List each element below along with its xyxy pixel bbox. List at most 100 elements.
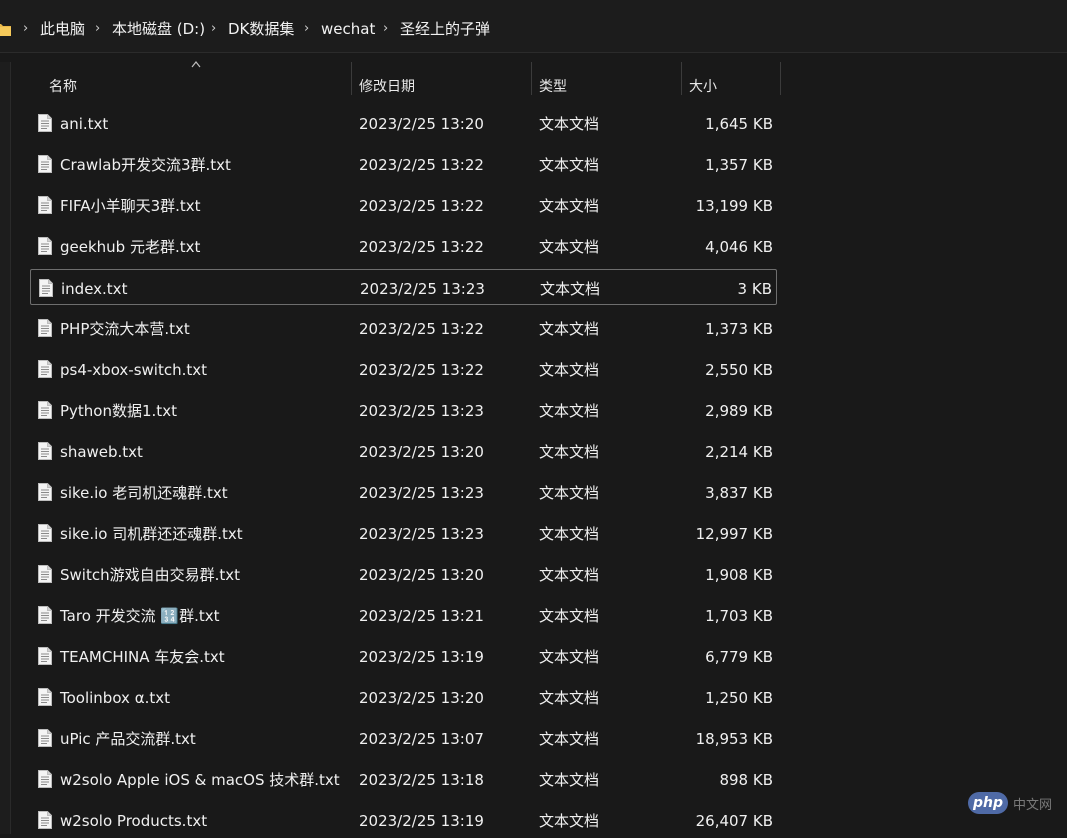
file-date: 2023/2/25 13:18 [359,771,484,789]
file-date: 2023/2/25 13:20 [359,566,484,584]
file-row[interactable]: TEAMCHINA 车友会.txt 2023/2/25 13:19 文本文档 6,77… [30,638,777,674]
file-name: geekhub 元老群.txt [60,238,201,256]
file-row[interactable]: Crawlab开发交流3群.txt 2023/2/25 13:22 文本文档 1,35… [30,146,777,182]
text-file-icon [38,770,52,788]
file-row[interactable]: sike.io 司机群还还魂群.txt 2023/2/25 13:23 文本文档 12… [30,515,777,551]
file-name: Switch游戏自由交易群.txt [60,566,241,584]
text-file-icon [38,114,52,132]
chevron-right-icon[interactable]: › [211,21,216,37]
text-file-icon [38,647,52,665]
file-type: 文本文档 [539,361,600,379]
file-date: 2023/2/25 13:20 [359,689,484,707]
file-row[interactable]: ps4-xbox-switch.txt 2023/2/25 13:22 文本文档 2,… [30,351,777,387]
file-row[interactable]: Taro 开发交流 🔢群.txt 2023/2/25 13:21 文本文档 1,703… [30,597,777,633]
chevron-right-icon[interactable]: › [95,21,100,37]
column-header-name[interactable]: 名称 [49,79,77,95]
column-divider[interactable] [531,62,532,95]
breadcrumb-local-disk[interactable]: 本地磁盘 (D:) [112,20,205,38]
file-size: 1,645 KB [705,115,773,133]
text-file-icon [38,319,52,337]
file-size: 1,703 KB [705,607,773,625]
file-size: 2,989 KB [705,402,773,420]
file-row[interactable]: shaweb.txt 2023/2/25 13:20 文本文档 2,214 KB [30,433,777,469]
file-row[interactable]: FIFA小羊聊天3群.txt 2023/2/25 13:22 文本文档 13,199 … [30,187,777,223]
breadcrumb-this-pc[interactable]: 此电脑 [40,20,85,38]
file-size: 1,908 KB [705,566,773,584]
file-type: 文本文档 [539,443,600,461]
file-type: 文本文档 [539,607,600,625]
file-type: 文本文档 [539,689,600,707]
file-type: 文本文档 [539,115,600,133]
file-name: ani.txt [60,115,109,133]
breadcrumb-dk-dataset[interactable]: DK数据集 [228,20,294,38]
file-row[interactable]: sike.io 老司机还魂群.txt 2023/2/25 13:23 文本文档 3,8… [30,474,777,510]
file-size: 18,953 KB [695,730,773,748]
file-row[interactable]: PHP交流大本营.txt 2023/2/25 13:22 文本文档 1,373 KB [30,310,777,346]
navigation-pane-edge [0,62,11,834]
file-date: 2023/2/25 13:20 [359,443,484,461]
file-date: 2023/2/25 13:19 [359,812,484,830]
sort-up-icon [191,61,201,68]
breadcrumb-wechat[interactable]: wechat [321,20,375,38]
chevron-right-icon[interactable]: › [383,21,388,37]
file-row[interactable]: Switch游戏自由交易群.txt 2023/2/25 13:20 文本文档 1,90… [30,556,777,592]
file-row[interactable]: uPic 产品交流群.txt 2023/2/25 13:07 文本文档 18,953 … [30,720,777,756]
text-file-icon [38,565,52,583]
file-name: Python数据1.txt [60,402,177,420]
column-divider[interactable] [351,62,352,95]
file-date: 2023/2/25 13:22 [359,361,484,379]
file-name: PHP交流大本营.txt [60,320,190,338]
folder-icon [0,24,11,36]
file-row[interactable]: index.txt 2023/2/25 13:23 文本文档 3 KB [30,269,777,305]
chevron-right-icon[interactable]: › [304,21,309,37]
file-row[interactable]: w2solo Apple iOS & macOS 技术群.txt 2023/2/2… [30,761,777,797]
text-file-icon [38,483,52,501]
file-size: 3 KB [737,280,772,298]
file-name: Taro 开发交流 🔢群.txt [60,607,220,625]
column-header-date[interactable]: 修改日期 [359,79,415,95]
file-row[interactable]: Python数据1.txt 2023/2/25 13:23 文本文档 2,989 KB [30,392,777,428]
file-type: 文本文档 [539,525,600,543]
file-type: 文本文档 [539,730,600,748]
file-name: w2solo Products.txt [60,812,208,830]
file-row[interactable]: ani.txt 2023/2/25 13:20 文本文档 1,645 KB [30,105,777,141]
file-date: 2023/2/25 13:23 [360,280,485,298]
breadcrumb-current-folder[interactable]: 圣经上的子弹 [400,20,490,38]
file-type: 文本文档 [539,484,600,502]
file-row[interactable]: w2solo Products.txt 2023/2/25 13:19 文本文档 26… [30,802,777,838]
file-date: 2023/2/25 13:22 [359,238,484,256]
file-type: 文本文档 [539,648,600,666]
file-type: 文本文档 [539,197,600,215]
file-name: w2solo Apple iOS & macOS 技术群.txt [60,771,340,789]
file-date: 2023/2/25 13:22 [359,156,484,174]
file-type: 文本文档 [539,771,600,789]
file-date: 2023/2/25 13:20 [359,115,484,133]
file-size: 1,357 KB [705,156,773,174]
file-row[interactable]: geekhub 元老群.txt 2023/2/25 13:22 文本文档 4,046 … [30,228,777,264]
column-header-size[interactable]: 大小 [689,79,717,95]
file-date: 2023/2/25 13:21 [359,607,484,625]
address-bar[interactable]: › 此电脑 › 本地磁盘 (D:) › DK数据集 › wechat › 圣经上… [0,0,1067,53]
file-name: shaweb.txt [60,443,143,461]
watermark-text: 中文网 [1013,798,1053,813]
chevron-right-icon[interactable]: › [23,21,28,37]
text-file-icon [39,279,53,297]
file-type: 文本文档 [539,156,600,174]
file-row[interactable]: Toolinbox α.txt 2023/2/25 13:20 文本文档 1,250 … [30,679,777,715]
file-name: uPic 产品交流群.txt [60,730,196,748]
file-size: 1,250 KB [705,689,773,707]
text-file-icon [38,360,52,378]
column-divider[interactable] [780,62,781,95]
file-date: 2023/2/25 13:19 [359,648,484,666]
file-date: 2023/2/25 13:23 [359,484,484,502]
php-logo: php [968,792,1008,814]
file-name: Toolinbox α.txt [60,689,170,707]
file-date: 2023/2/25 13:23 [359,402,484,420]
file-date: 2023/2/25 13:07 [359,730,484,748]
file-type: 文本文档 [539,238,600,256]
column-divider[interactable] [681,62,682,95]
column-header-type[interactable]: 类型 [539,79,567,95]
file-size: 2,550 KB [705,361,773,379]
text-file-icon [38,155,52,173]
text-file-icon [38,196,52,214]
